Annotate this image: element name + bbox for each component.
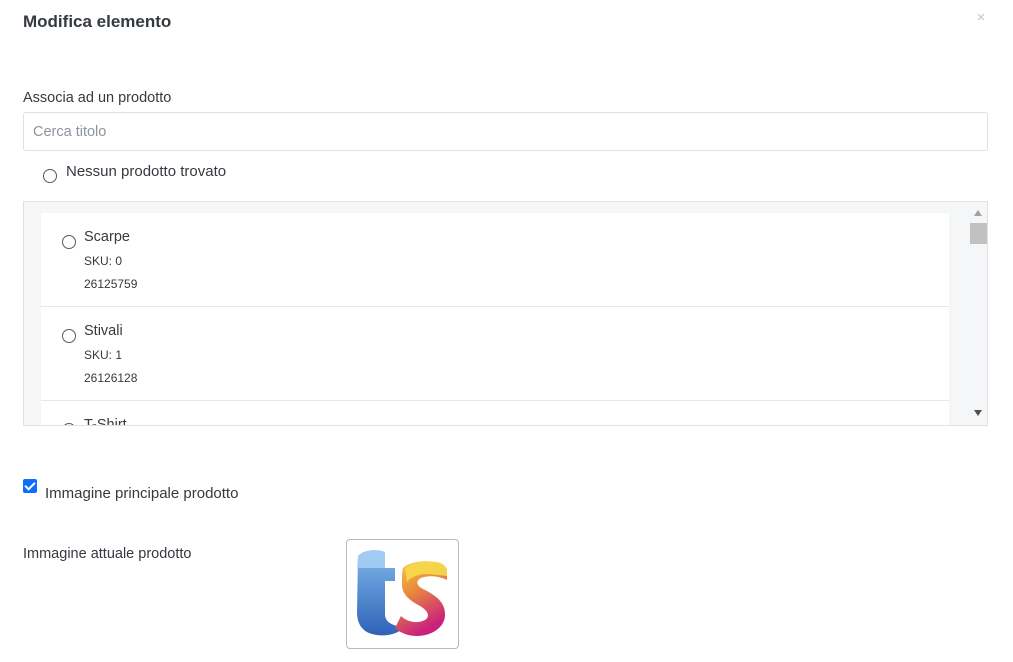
product-list-item[interactable]: Scarpe SKU: 0 26125759: [41, 213, 949, 307]
product-code: 26126128: [84, 371, 138, 385]
product-sku: SKU: 0: [84, 254, 123, 268]
scroll-up-arrow-icon[interactable]: [974, 210, 982, 216]
product-list-item[interactable]: Stivali SKU: 1 26126128: [41, 307, 949, 401]
no-product-radio[interactable]: [43, 169, 57, 183]
scroll-thumb[interactable]: [970, 223, 987, 244]
product-name: Stivali: [84, 323, 123, 339]
close-icon: ×: [976, 9, 986, 26]
product-sku: SKU: 1: [84, 348, 123, 362]
scroll-down-arrow-icon[interactable]: [974, 410, 982, 416]
modal-title: Modifica elemento: [23, 12, 172, 31]
list-scrollbar[interactable]: [969, 202, 987, 425]
main-image-label: Immagine principale prodotto: [45, 485, 239, 502]
brand-logo-icon: [357, 550, 447, 636]
current-image-label: Immagine attuale prodotto: [23, 546, 192, 562]
product-radio[interactable]: [62, 235, 76, 249]
product-list-item[interactable]: T-Shirt: [41, 401, 949, 426]
current-image-thumbnail: [346, 539, 459, 649]
close-button[interactable]: ×: [974, 10, 988, 26]
product-name: T-Shirt: [84, 417, 127, 426]
product-code: 26125759: [84, 277, 138, 291]
no-product-option[interactable]: Nessun prodotto trovato: [43, 162, 227, 188]
product-radio[interactable]: [62, 329, 76, 343]
associate-product-label: Associa ad un prodotto: [23, 90, 172, 106]
search-title-input[interactable]: [23, 112, 988, 151]
main-image-checkbox[interactable]: [23, 479, 37, 493]
product-radio[interactable]: [62, 423, 76, 425]
product-name: Scarpe: [84, 229, 130, 245]
product-list[interactable]: Scarpe SKU: 0 26125759 Stivali SKU: 1 26…: [23, 201, 988, 426]
no-product-label: Nessun prodotto trovato: [66, 162, 227, 180]
